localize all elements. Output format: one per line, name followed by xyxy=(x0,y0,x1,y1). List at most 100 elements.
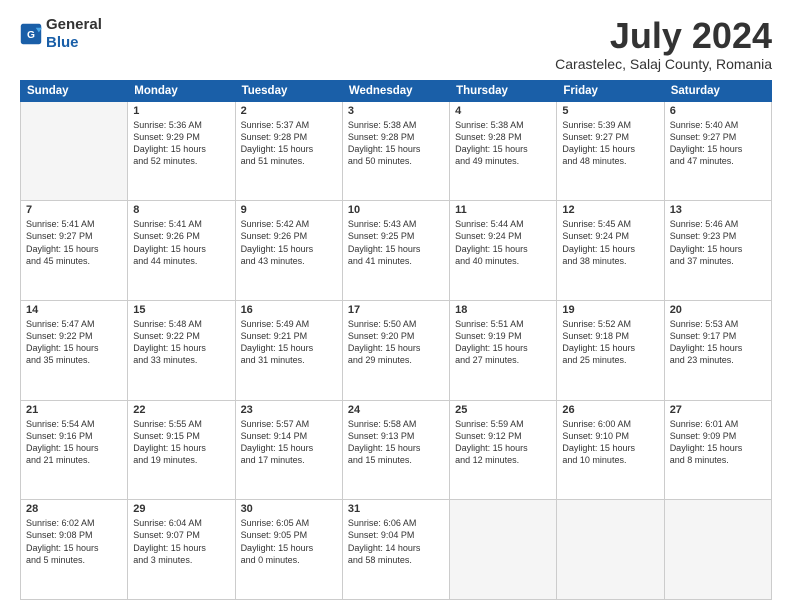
cell-info: Sunrise: 5:46 AMSunset: 9:23 PMDaylight:… xyxy=(670,218,766,267)
calendar-cell: 23 Sunrise: 5:57 AMSunset: 9:14 PMDayligh… xyxy=(235,400,342,500)
cell-info: Sunrise: 5:54 AMSunset: 9:16 PMDaylight:… xyxy=(26,418,122,467)
calendar-cell: 15Sunrise: 5:48 AMSunset: 9:22 PMDayligh… xyxy=(128,300,235,400)
cell-info: Sunrise: 5:51 AMSunset: 9:19 PMDaylight:… xyxy=(455,318,551,367)
day-number: 1 xyxy=(133,105,229,117)
cell-info: Sunrise: 5:38 AMSunset: 9:28 PMDaylight:… xyxy=(348,119,444,168)
day-number: 30 xyxy=(241,503,337,515)
cell-info: Sunrise: 5:57 AMSunset: 9:14 PMDaylight:… xyxy=(241,418,337,467)
calendar-cell: 26Sunrise: 6:00 AMSunset: 9:10 PMDayligh… xyxy=(557,400,664,500)
week-row-5: 28 Sunrise: 6:02 AMSunset: 9:08 PMDayligh… xyxy=(21,500,772,600)
title-block: July 2024 Carastelec, Salaj County, Roma… xyxy=(555,16,772,72)
day-number: 5 xyxy=(562,105,658,117)
cell-info: Sunrise: 6:04 AMSunset: 9:07 PMDaylight:… xyxy=(133,517,229,566)
cell-info: Sunrise: 5:39 AMSunset: 9:27 PMDaylight:… xyxy=(562,119,658,168)
calendar-cell: 1 Sunrise: 5:36 AMSunset: 9:29 PMDaylight… xyxy=(128,101,235,201)
week-row-4: 21Sunrise: 5:54 AMSunset: 9:16 PMDayligh… xyxy=(21,400,772,500)
logo-blue: Blue xyxy=(46,34,79,51)
calendar-cell: 14Sunrise: 5:47 AMSunset: 9:22 PMDayligh… xyxy=(21,300,128,400)
cell-info: Sunrise: 5:38 AMSunset: 9:28 PMDaylight:… xyxy=(455,119,551,168)
cell-info: Sunrise: 5:44 AMSunset: 9:24 PMDaylight:… xyxy=(455,218,551,267)
calendar-cell: 13 Sunrise: 5:46 AMSunset: 9:23 PMDayligh… xyxy=(664,201,771,301)
calendar-cell: 25Sunrise: 5:59 AMSunset: 9:12 PMDayligh… xyxy=(450,400,557,500)
cell-info: Sunrise: 5:37 AMSunset: 9:28 PMDaylight:… xyxy=(241,119,337,168)
day-number: 28 xyxy=(26,503,122,515)
calendar-cell: 4 Sunrise: 5:38 AMSunset: 9:28 PMDaylight… xyxy=(450,101,557,201)
day-number: 18 xyxy=(455,304,551,316)
cell-info: Sunrise: 5:55 AMSunset: 9:15 PMDaylight:… xyxy=(133,418,229,467)
cell-info: Sunrise: 6:00 AMSunset: 9:10 PMDaylight:… xyxy=(562,418,658,467)
day-number: 19 xyxy=(562,304,658,316)
calendar-cell xyxy=(450,500,557,600)
day-number: 27 xyxy=(670,404,766,416)
cell-info: Sunrise: 5:41 AMSunset: 9:26 PMDaylight:… xyxy=(133,218,229,267)
calendar-cell: 31 Sunrise: 6:06 AMSunset: 9:04 PMDayligh… xyxy=(342,500,449,600)
day-number: 13 xyxy=(670,204,766,216)
calendar-cell: 10 Sunrise: 5:43 AMSunset: 9:25 PMDayligh… xyxy=(342,201,449,301)
day-number: 3 xyxy=(348,105,444,117)
cell-info: Sunrise: 5:53 AMSunset: 9:17 PMDaylight:… xyxy=(670,318,766,367)
header-monday: Monday xyxy=(128,80,235,101)
week-row-3: 14Sunrise: 5:47 AMSunset: 9:22 PMDayligh… xyxy=(21,300,772,400)
day-number: 7 xyxy=(26,204,122,216)
week-row-2: 7 Sunrise: 5:41 AMSunset: 9:27 PMDaylight… xyxy=(21,201,772,301)
day-number: 8 xyxy=(133,204,229,216)
day-number: 29 xyxy=(133,503,229,515)
location-title: Carastelec, Salaj County, Romania xyxy=(555,56,772,72)
calendar-cell: 17 Sunrise: 5:50 AMSunset: 9:20 PMDayligh… xyxy=(342,300,449,400)
day-number: 12 xyxy=(562,204,658,216)
calendar-cell: 9Sunrise: 5:42 AMSunset: 9:26 PMDaylight… xyxy=(235,201,342,301)
day-number: 15 xyxy=(133,304,229,316)
cell-info: Sunrise: 5:58 AMSunset: 9:13 PMDaylight:… xyxy=(348,418,444,467)
header-sunday: Sunday xyxy=(21,80,128,101)
calendar-cell: 18 Sunrise: 5:51 AMSunset: 9:19 PMDayligh… xyxy=(450,300,557,400)
day-number: 9 xyxy=(241,204,337,216)
cell-info: Sunrise: 6:05 AMSunset: 9:05 PMDaylight:… xyxy=(241,517,337,566)
calendar-cell: 16Sunrise: 5:49 AMSunset: 9:21 PMDayligh… xyxy=(235,300,342,400)
calendar-cell: 24Sunrise: 5:58 AMSunset: 9:13 PMDayligh… xyxy=(342,400,449,500)
header-tuesday: Tuesday xyxy=(235,80,342,101)
logo-general: General xyxy=(46,16,102,33)
calendar-cell: 12Sunrise: 5:45 AMSunset: 9:24 PMDayligh… xyxy=(557,201,664,301)
cell-info: Sunrise: 5:59 AMSunset: 9:12 PMDaylight:… xyxy=(455,418,551,467)
day-number: 11 xyxy=(455,204,551,216)
day-number: 2 xyxy=(241,105,337,117)
calendar-cell: 2 Sunrise: 5:37 AMSunset: 9:28 PMDaylight… xyxy=(235,101,342,201)
calendar-cell: 20Sunrise: 5:53 AMSunset: 9:17 PMDayligh… xyxy=(664,300,771,400)
cell-info: Sunrise: 5:52 AMSunset: 9:18 PMDaylight:… xyxy=(562,318,658,367)
header-friday: Friday xyxy=(557,80,664,101)
day-number: 4 xyxy=(455,105,551,117)
calendar-cell xyxy=(557,500,664,600)
cell-info: Sunrise: 6:06 AMSunset: 9:04 PMDaylight:… xyxy=(348,517,444,566)
cell-info: Sunrise: 6:02 AMSunset: 9:08 PMDaylight:… xyxy=(26,517,122,566)
calendar-cell: 3 Sunrise: 5:38 AMSunset: 9:28 PMDaylight… xyxy=(342,101,449,201)
cell-info: Sunrise: 5:43 AMSunset: 9:25 PMDaylight:… xyxy=(348,218,444,267)
calendar-cell xyxy=(21,101,128,201)
header-wednesday: Wednesday xyxy=(342,80,449,101)
cell-info: Sunrise: 5:40 AMSunset: 9:27 PMDaylight:… xyxy=(670,119,766,168)
calendar-cell: 28 Sunrise: 6:02 AMSunset: 9:08 PMDayligh… xyxy=(21,500,128,600)
day-number: 17 xyxy=(348,304,444,316)
calendar-cell: 6Sunrise: 5:40 AMSunset: 9:27 PMDaylight… xyxy=(664,101,771,201)
month-title: July 2024 xyxy=(555,16,772,56)
calendar-cell: 22 Sunrise: 5:55 AMSunset: 9:15 PMDayligh… xyxy=(128,400,235,500)
day-number: 31 xyxy=(348,503,444,515)
calendar-cell: 21Sunrise: 5:54 AMSunset: 9:16 PMDayligh… xyxy=(21,400,128,500)
cell-info: Sunrise: 5:36 AMSunset: 9:29 PMDaylight:… xyxy=(133,119,229,168)
calendar-cell: 27 Sunrise: 6:01 AMSunset: 9:09 PMDayligh… xyxy=(664,400,771,500)
svg-text:G: G xyxy=(27,30,35,41)
day-number: 23 xyxy=(241,404,337,416)
page-header: G General Blue July 2024 Carastelec, Sal… xyxy=(20,16,772,72)
calendar-table: Sunday Monday Tuesday Wednesday Thursday… xyxy=(20,80,772,600)
calendar-cell: 7 Sunrise: 5:41 AMSunset: 9:27 PMDaylight… xyxy=(21,201,128,301)
cell-info: Sunrise: 6:01 AMSunset: 9:09 PMDaylight:… xyxy=(670,418,766,467)
header-thursday: Thursday xyxy=(450,80,557,101)
calendar-cell xyxy=(664,500,771,600)
header-saturday: Saturday xyxy=(664,80,771,101)
day-number: 22 xyxy=(133,404,229,416)
cell-info: Sunrise: 5:41 AMSunset: 9:27 PMDaylight:… xyxy=(26,218,122,267)
cell-info: Sunrise: 5:50 AMSunset: 9:20 PMDaylight:… xyxy=(348,318,444,367)
day-number: 10 xyxy=(348,204,444,216)
calendar-cell: 29 Sunrise: 6:04 AMSunset: 9:07 PMDayligh… xyxy=(128,500,235,600)
logo-icon: G xyxy=(20,23,42,45)
day-number: 16 xyxy=(241,304,337,316)
